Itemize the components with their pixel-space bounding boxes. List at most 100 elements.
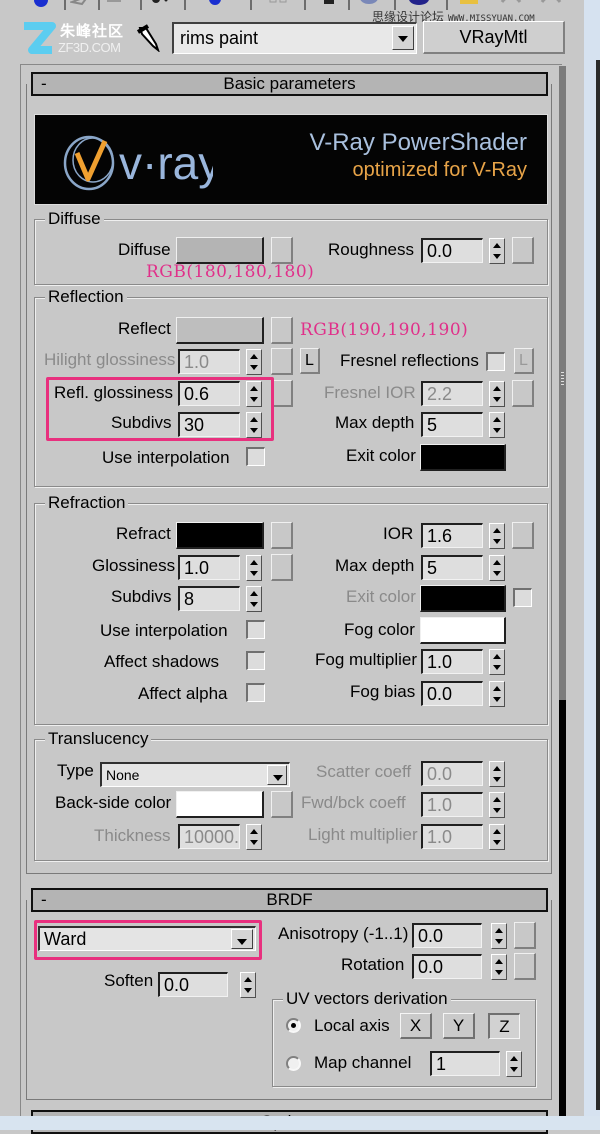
anisotropy-map-button[interactable]: [514, 922, 536, 949]
fog-color-label: Fog color: [344, 620, 415, 639]
axis-x-button[interactable]: X: [400, 1013, 432, 1039]
refr-max-depth-label: Max depth: [335, 556, 415, 575]
fwd-bck-coeff-input[interactable]: 1.0: [421, 792, 483, 817]
refl-use-interpolation-checkbox[interactable]: [246, 447, 265, 466]
refraction-group-title: Refraction: [45, 493, 129, 513]
watermark-left-cn: 朱峰社区: [60, 23, 125, 40]
panel-scrollbar-thumb[interactable]: [559, 700, 566, 1116]
refr-glossiness-input[interactable]: 1.0: [178, 555, 240, 580]
thickness-input[interactable]: 10000.: [178, 824, 240, 849]
fog-multiplier-input[interactable]: 1.0: [421, 649, 483, 674]
back-side-color-swatch[interactable]: [176, 791, 264, 818]
affect-shadows-checkbox[interactable]: [246, 651, 265, 670]
roughness-spinner[interactable]: [489, 238, 505, 264]
diffuse-label: Diffuse: [118, 240, 171, 259]
fresnel-ior-map-button[interactable]: [512, 380, 534, 407]
rotation-input[interactable]: 0.0: [412, 954, 482, 979]
back-side-map-button[interactable]: [271, 791, 293, 818]
fwd-bck-coeff-label: Fwd/bck coeff: [301, 793, 406, 812]
ior-input[interactable]: 1.6: [421, 523, 483, 548]
local-axis-radio[interactable]: [286, 1018, 301, 1033]
vray-banner: v·ray V-Ray PowerShader optimized for V-…: [34, 114, 548, 205]
soften-input[interactable]: 0.0: [158, 972, 228, 997]
refr-max-depth-input[interactable]: 5: [421, 555, 483, 580]
put-icon[interactable]: [104, 0, 126, 10]
toolbar-separator: [64, 0, 66, 10]
scatter-coeff-spinner[interactable]: [489, 761, 505, 787]
map-channel-input[interactable]: 1: [430, 1051, 500, 1076]
diffuse-map-button[interactable]: [271, 237, 293, 264]
sphere-icon[interactable]: [30, 0, 52, 10]
anisotropy-spinner[interactable]: [491, 923, 507, 949]
material-name-dropdown[interactable]: rims paint: [172, 22, 417, 54]
hilight-glossiness-input[interactable]: 1.0: [178, 349, 240, 374]
refr-exit-color-label: Exit color: [346, 587, 416, 606]
go-forward-icon[interactable]: [540, 0, 562, 10]
hilight-glossiness-spinner[interactable]: [246, 349, 262, 375]
fresnel-reflections-label: Fresnel reflections: [340, 351, 479, 370]
fresnel-ior-input[interactable]: 2.2: [421, 381, 483, 406]
thickness-label: Thickness: [94, 826, 171, 845]
hilight-glossiness-map-button[interactable]: [271, 348, 293, 375]
reset-icon[interactable]: [204, 0, 226, 10]
roughness-map-button[interactable]: [512, 237, 534, 264]
fwd-bck-coeff-spinner[interactable]: [489, 792, 505, 818]
fog-bias-spinner[interactable]: [489, 681, 505, 707]
refl-glossiness-map-button[interactable]: [271, 380, 293, 407]
refract-map-button[interactable]: [271, 522, 293, 549]
soften-spinner[interactable]: [240, 972, 256, 998]
axis-z-button[interactable]: Z: [488, 1013, 520, 1039]
refl-exit-color-swatch[interactable]: [420, 444, 506, 471]
anisotropy-input[interactable]: 0.0: [412, 923, 482, 948]
copy-icon[interactable]: [268, 0, 290, 10]
fog-color-swatch[interactable]: [420, 617, 506, 644]
chevron-down-icon[interactable]: [392, 26, 414, 50]
eyedropper-icon[interactable]: [136, 24, 160, 52]
fog-bias-input[interactable]: 0.0: [421, 681, 483, 706]
map-channel-spinner[interactable]: [506, 1051, 522, 1077]
refr-glossiness-map-button[interactable]: [271, 554, 293, 581]
refr-exit-color-swatch[interactable]: [420, 585, 506, 612]
unique-icon[interactable]: [318, 0, 340, 10]
rotation-spinner[interactable]: [491, 954, 507, 980]
refr-subdivs-input[interactable]: 8: [178, 586, 240, 611]
hilight-lock-button[interactable]: L: [300, 348, 320, 374]
refr-subdivs-spinner[interactable]: [246, 586, 262, 612]
map-channel-radio[interactable]: [286, 1056, 301, 1071]
material-type-button[interactable]: VRayMtl: [423, 21, 565, 54]
highlight-box-brdf-type: [34, 920, 262, 960]
reflection-group-title: Reflection: [45, 287, 127, 307]
axis-y-button[interactable]: Y: [443, 1013, 475, 1039]
affect-alpha-checkbox[interactable]: [246, 683, 265, 702]
light-multiplier-spinner[interactable]: [489, 824, 505, 850]
assign-icon[interactable]: [150, 0, 172, 10]
refl-max-depth-spinner[interactable]: [489, 412, 505, 438]
scatter-coeff-input[interactable]: 0.0: [421, 761, 483, 786]
refl-use-interpolation-label: Use interpolation: [102, 448, 230, 467]
reflect-color-swatch[interactable]: [176, 317, 264, 344]
thickness-spinner[interactable]: [246, 824, 262, 850]
translucency-type-dropdown[interactable]: None: [100, 762, 290, 787]
refr-glossiness-spinner[interactable]: [246, 555, 262, 581]
scrollbar-grip-icon: [561, 372, 564, 386]
ior-spinner[interactable]: [489, 523, 505, 549]
fog-multiplier-spinner[interactable]: [489, 649, 505, 675]
refl-max-depth-input[interactable]: 5: [421, 412, 483, 437]
pick-icon[interactable]: [70, 0, 92, 10]
refr-max-depth-spinner[interactable]: [489, 555, 505, 581]
fresnel-reflections-checkbox[interactable]: [486, 352, 505, 371]
light-multiplier-input[interactable]: 1.0: [421, 824, 483, 849]
fresnel-ior-spinner[interactable]: [489, 381, 505, 407]
chevron-down-icon[interactable]: [267, 765, 287, 785]
reflect-map-button[interactable]: [271, 317, 293, 344]
rotation-map-button[interactable]: [514, 953, 536, 980]
roughness-input[interactable]: 0.0: [421, 238, 483, 263]
ior-map-button[interactable]: [512, 522, 534, 549]
fresnel-lock-button[interactable]: L: [514, 348, 534, 374]
refr-use-interpolation-checkbox[interactable]: [246, 620, 265, 639]
refr-exit-color-checkbox[interactable]: [513, 588, 532, 607]
diffuse-color-swatch[interactable]: [176, 237, 264, 264]
refract-color-swatch[interactable]: [176, 522, 264, 549]
refr-use-interpolation-label: Use interpolation: [100, 621, 228, 640]
vray-logo-icon: v·ray: [63, 135, 213, 191]
